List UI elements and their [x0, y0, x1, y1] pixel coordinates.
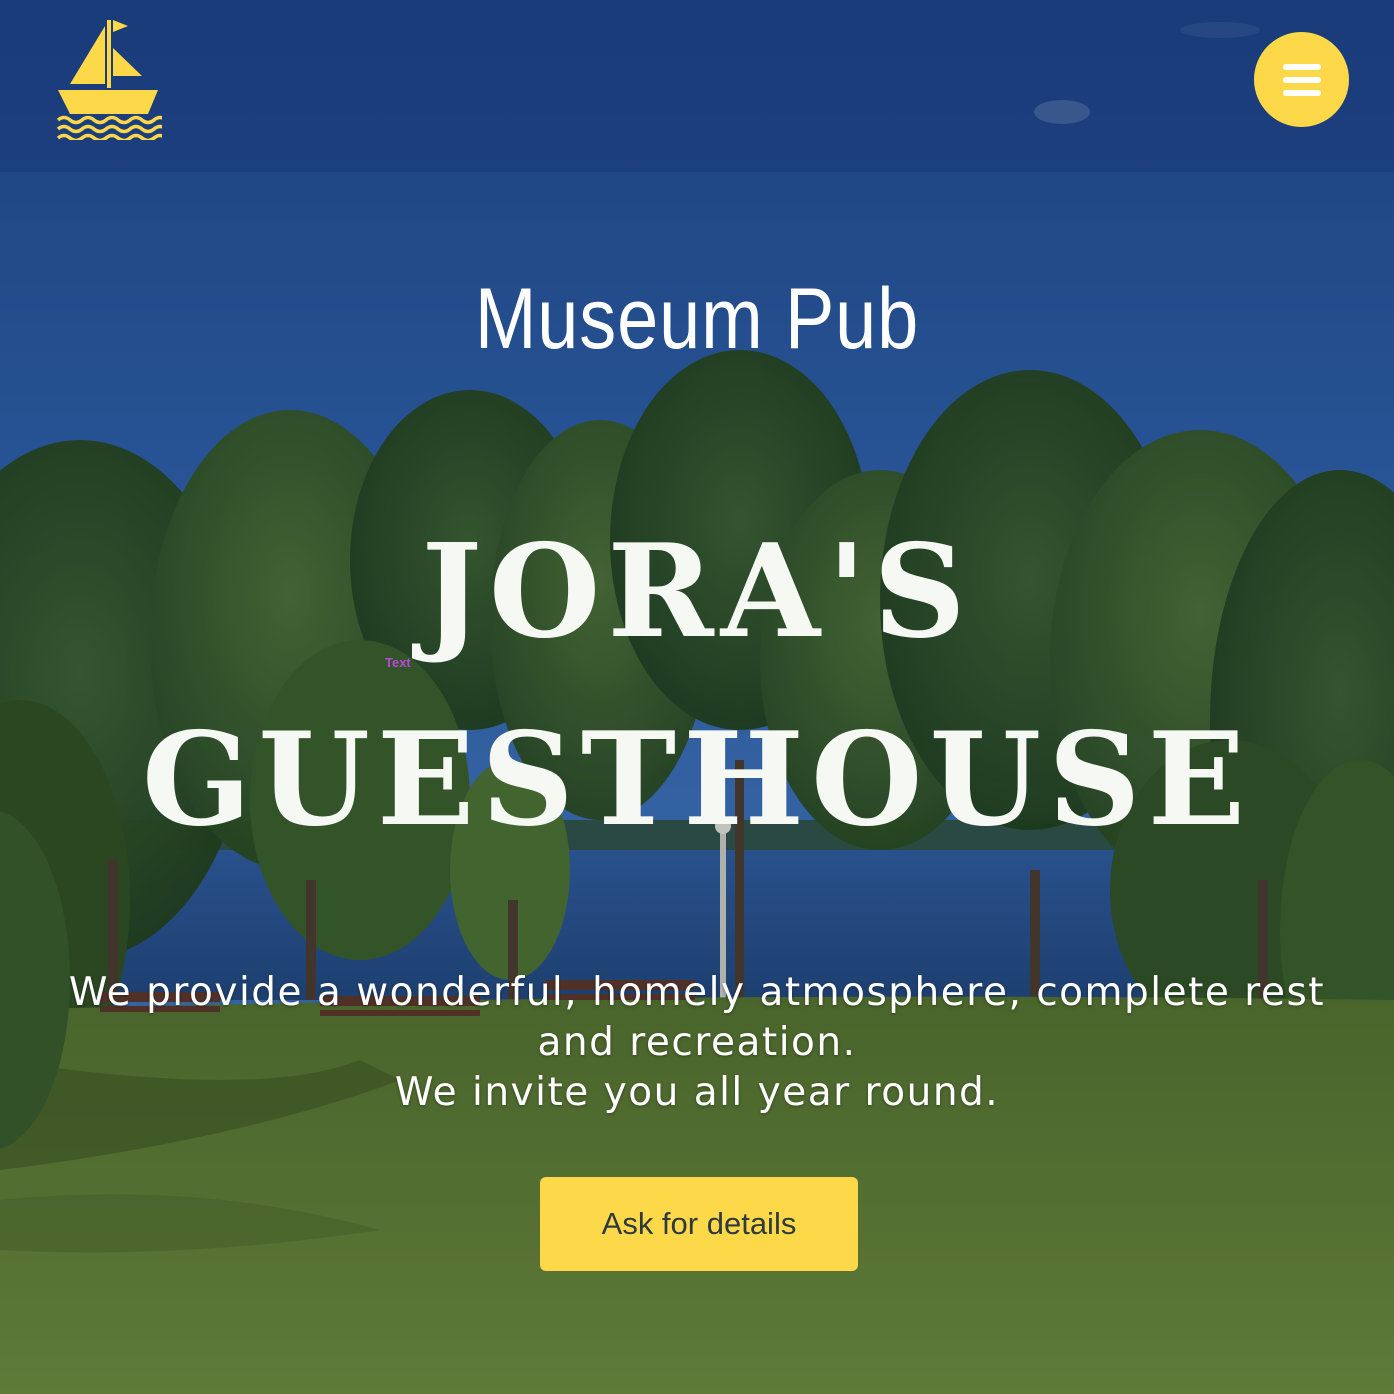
description-line-3: We invite you all year round. [394, 1070, 1000, 1115]
description-line-1: We provide a wonderful, homely atmospher… [68, 970, 1326, 1015]
pre-title: Museum Pub [474, 271, 920, 367]
ask-for-details-button[interactable]: Ask for details [540, 1177, 858, 1271]
description-line-2: and recreation. [537, 1020, 857, 1065]
menu-button[interactable] [1254, 32, 1349, 127]
hamburger-menu-icon [1282, 63, 1321, 96]
site-header [0, 0, 1394, 172]
page-title-line-1: JORA'S [421, 517, 973, 667]
page-title-line-2: GUESTHOUSE [141, 705, 1253, 855]
page: Museum Pub JORA'S GUESTHOUSE Text We pro… [0, 0, 1394, 1394]
editor-text-tag: Text [385, 655, 411, 670]
hero-description: We provide a wonderful, homely atmospher… [40, 968, 1354, 1118]
sailboat-logo-icon[interactable] [56, 18, 168, 143]
page-title: JORA'S GUESTHOUSE [0, 498, 1394, 874]
